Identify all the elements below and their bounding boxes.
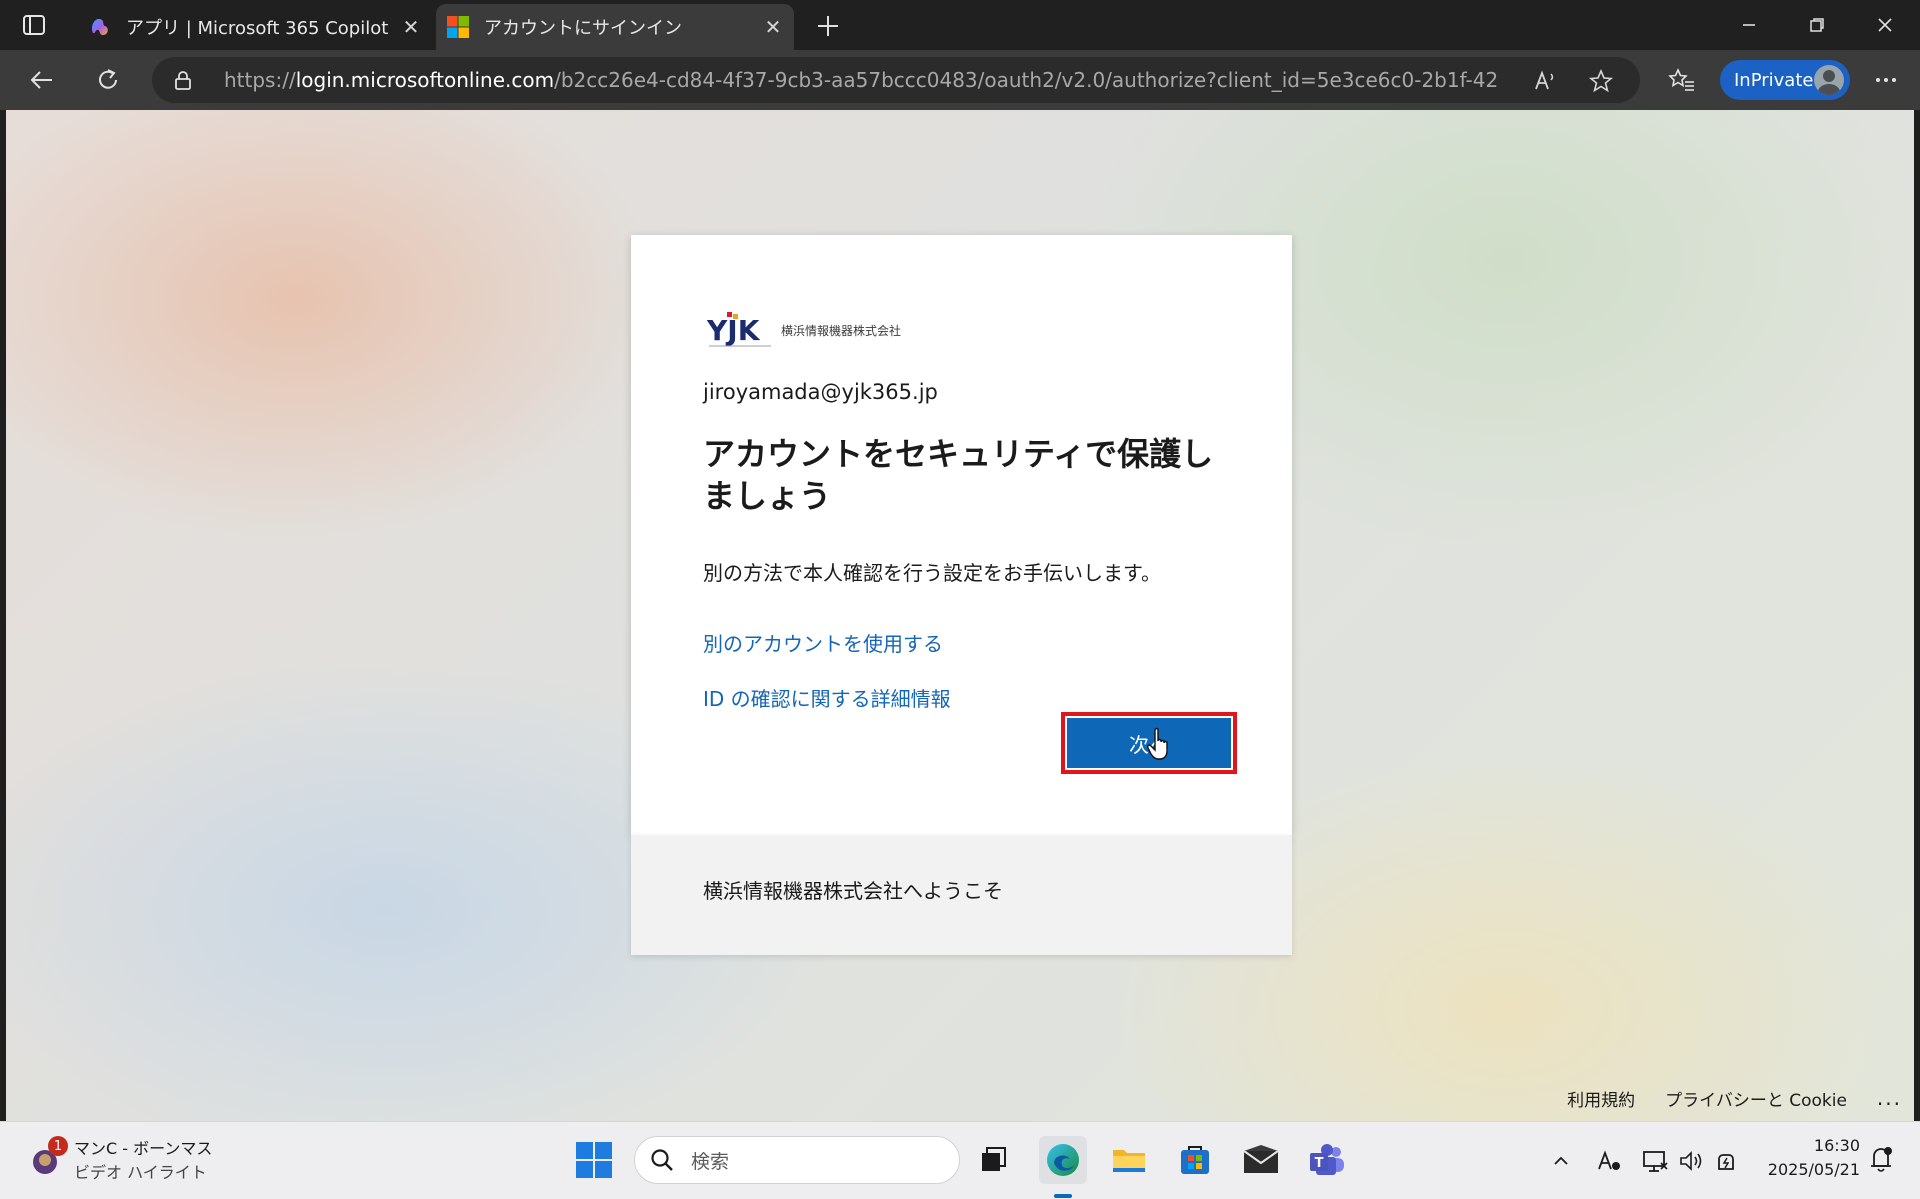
battery-charging-icon: [1718, 1154, 1734, 1170]
teams-icon: T: [1310, 1144, 1344, 1175]
yjk-logo-icon: YJK: [707, 312, 771, 347]
notification-bell-icon[interactable]: [1866, 1142, 1896, 1176]
task-view-icon: [982, 1147, 1006, 1171]
ime-tray-button[interactable]: [1594, 1146, 1624, 1176]
svg-text:T: T: [1315, 1156, 1324, 1171]
show-hidden-icons-button[interactable]: [1546, 1146, 1576, 1176]
tab-signin[interactable]: アカウントにサインイン ✕: [436, 4, 794, 50]
back-arrow-icon: [30, 71, 52, 89]
taskbar: 1 マンC - ボーンマス ビデオ ハイライト 検索 T 16:30 2025/…: [0, 1121, 1920, 1199]
plus-icon: [818, 16, 838, 36]
company-logo: YJK 横浜情報機器株式会社: [707, 310, 901, 350]
chevron-up-icon: [1554, 1156, 1568, 1165]
ime-icon: [1598, 1150, 1620, 1170]
network-tray-button[interactable]: [1640, 1146, 1670, 1176]
clock-time: 16:30: [1813, 1136, 1860, 1155]
tab-label: アカウントにサインイン: [484, 18, 682, 39]
start-icon[interactable]: [574, 1140, 614, 1180]
tab-copilot[interactable]: アプリ | Microsoft 365 Copilot ✕: [78, 4, 432, 50]
task-view-button[interactable]: [970, 1136, 1018, 1184]
terms-link[interactable]: 利用規約: [1567, 1086, 1635, 1111]
close-tab-icon[interactable]: ✕: [396, 12, 426, 42]
close-tab-icon[interactable]: ✕: [758, 12, 788, 42]
system-clock[interactable]: 16:30 2025/05/21: [1762, 1134, 1860, 1182]
volume-tray-button[interactable]: [1676, 1146, 1706, 1176]
volume-icon: [1680, 1151, 1702, 1171]
search-placeholder: 検索: [691, 1150, 730, 1173]
restore-icon: [1810, 18, 1824, 32]
page-title: アカウントをセキュリティで保護しましょう: [703, 435, 1214, 515]
new-tab-button[interactable]: [812, 10, 844, 42]
star-icon[interactable]: [1588, 68, 1614, 94]
store-button[interactable]: [1171, 1136, 1219, 1184]
edge-taskbar-button[interactable]: [1039, 1136, 1087, 1184]
settings-more-button[interactable]: [1866, 60, 1906, 100]
back-button[interactable]: [22, 60, 62, 100]
notification-badge: 1: [48, 1136, 68, 1156]
copilot-icon: [91, 18, 108, 36]
close-icon: [1878, 18, 1892, 32]
logo-company-name: 横浜情報機器株式会社: [781, 323, 902, 338]
address-bar[interactable]: https://login.microsoftonline.com/b2cc26…: [152, 57, 1640, 103]
minimize-icon: [1743, 24, 1755, 26]
signin-card: YJK 横浜情報機器株式会社 jiroyamada@yjk365.jp アカウン…: [631, 235, 1292, 955]
microsoft-logo-icon: [447, 16, 469, 38]
store-icon: [1181, 1146, 1209, 1174]
tab-label: アプリ | Microsoft 365 Copilot: [126, 18, 389, 39]
welcome-text: 横浜情報機器株式会社へようこそ: [703, 879, 1003, 903]
inprivate-profile-button[interactable]: InPrivate: [1720, 60, 1850, 100]
more-icon: [1876, 78, 1896, 82]
news-widget-icon: 1: [30, 1136, 68, 1176]
card-footer: 横浜情報機器株式会社へようこそ: [631, 835, 1292, 955]
account-email: jiroyamada@yjk365.jp: [703, 380, 938, 404]
active-app-indicator: [1054, 1194, 1072, 1198]
widget-title: マンC - ボーンマス: [74, 1139, 213, 1158]
tab-actions-icon[interactable]: [22, 14, 46, 36]
footer-more-button[interactable]: ...: [1877, 1086, 1902, 1110]
refresh-icon: [99, 69, 117, 89]
clock-date: 2025/05/21: [1767, 1160, 1860, 1179]
inprivate-label: InPrivate: [1734, 69, 1814, 91]
description-text: 別の方法で本人確認を行う設定をお手伝いします。: [703, 561, 1161, 585]
mail-icon: [1243, 1145, 1279, 1173]
restore-button[interactable]: [1784, 0, 1850, 50]
next-button[interactable]: 次へ: [1067, 718, 1231, 768]
battery-tray-button[interactable]: [1712, 1146, 1742, 1176]
refresh-button[interactable]: [88, 60, 128, 100]
privacy-cookie-link[interactable]: プライバシーと Cookie: [1665, 1086, 1847, 1111]
teams-button[interactable]: T: [1303, 1136, 1351, 1184]
network-icon: [1643, 1151, 1668, 1172]
widget-subtitle: ビデオ ハイライト: [74, 1163, 207, 1182]
taskbar-search-input[interactable]: 検索: [634, 1136, 960, 1184]
mail-button[interactable]: [1237, 1136, 1285, 1184]
edge-icon: [1047, 1144, 1079, 1176]
url-text[interactable]: https://login.microsoftonline.com/b2cc26…: [224, 57, 1499, 103]
identity-info-link[interactable]: ID の確認に関する詳細情報: [703, 683, 951, 712]
file-explorer-button[interactable]: [1105, 1136, 1153, 1184]
browser-toolbar: https://login.microsoftonline.com/b2cc26…: [0, 50, 1920, 110]
page-footer: 利用規約 プライバシーと Cookie ...: [1567, 1083, 1902, 1113]
minimize-button[interactable]: [1716, 0, 1782, 50]
search-icon: [651, 1149, 673, 1171]
favorites-icon: [1668, 68, 1694, 91]
file-explorer-icon: [1113, 1150, 1145, 1172]
page-background: YJK 横浜情報機器株式会社 jiroyamada@yjk365.jp アカウン…: [6, 110, 1914, 1121]
close-window-button[interactable]: [1852, 0, 1918, 50]
use-another-account-link[interactable]: 別のアカウントを使用する: [703, 628, 943, 657]
lock-icon[interactable]: [172, 69, 194, 91]
browser-titlebar: アプリ | Microsoft 365 Copilot ✕ アカウントにサインイ…: [0, 0, 1920, 50]
widgets-button[interactable]: 1 マンC - ボーンマス ビデオ ハイライト: [30, 1134, 212, 1184]
read-aloud-icon[interactable]: [1532, 68, 1558, 94]
favorites-button[interactable]: [1662, 60, 1702, 100]
avatar: [1814, 65, 1844, 95]
